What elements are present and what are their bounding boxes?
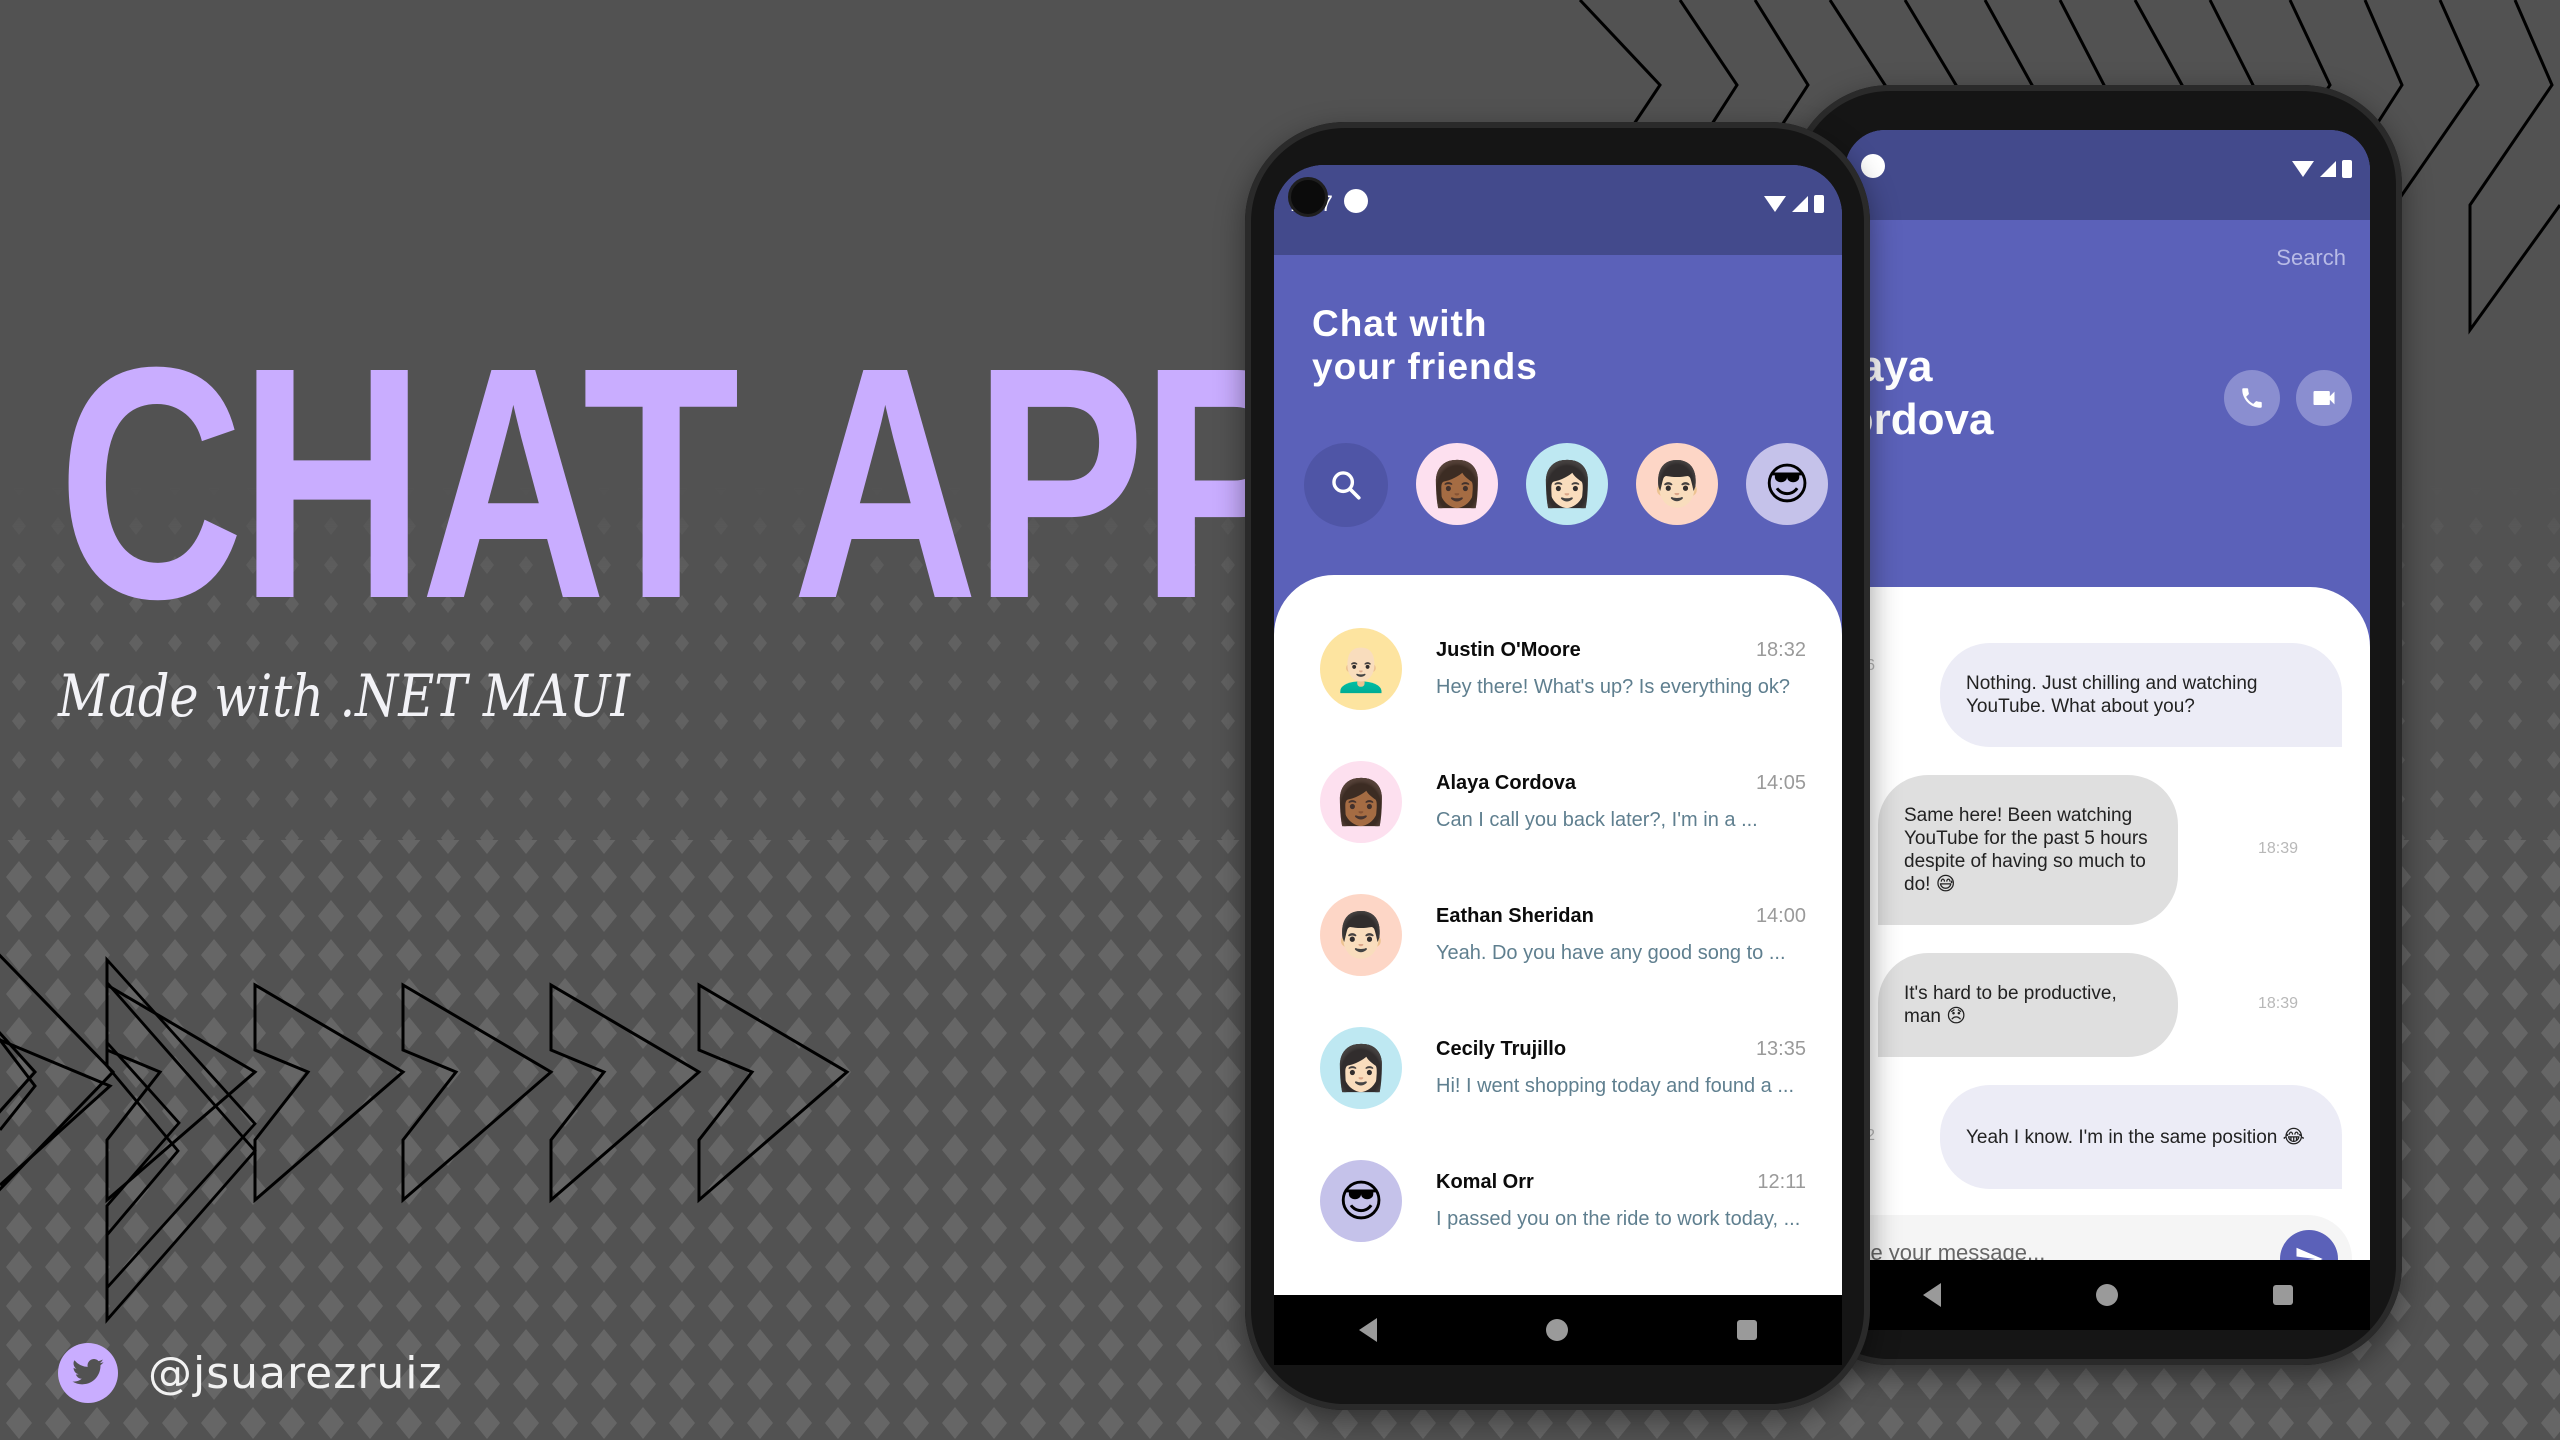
promo-subtitle: Made with .NET MAUI (58, 662, 630, 730)
twitter-handle: @jsuarezruiz (148, 1347, 443, 1399)
contact-name: Eathan Sheridan (1436, 905, 1594, 927)
avatar: 👩🏾 (1320, 761, 1402, 843)
chat-list-item[interactable]: 👨🏻 Eathan Sheridan 14:00 Yeah. Do you ha… (1320, 893, 1806, 977)
battery-icon (2342, 160, 2352, 178)
chat-time: 12:11 (1757, 1171, 1806, 1193)
phone-icon (2242, 388, 2262, 408)
message-preview: I passed you on the ride to work today, … (1436, 1208, 1801, 1230)
stories-row: 👩🏾 👩🏻 👨🏻 😎 (1304, 443, 1828, 527)
phone-chat-list: 1:47 Chat with your friends 👩🏾 👩🏻 👨🏻 😎 (1245, 122, 1870, 1410)
contact-name: Cecily Trujillo (1436, 1038, 1567, 1060)
chat-list-screen: 1:47 Chat with your friends 👩🏾 👩🏻 👨🏻 😎 (1274, 165, 1842, 1365)
message-bubble-outgoing: Yeah I know. I'm in the same position 😂 (1940, 1085, 2342, 1189)
title-line-1: Chat with (1312, 303, 1488, 344)
chat-list-item[interactable]: 👨🏻‍🦲 Justin O'Moore 18:32 Hey there! Wha… (1320, 627, 1806, 711)
status-bar: 1:47 (1274, 165, 1842, 255)
chevron-decoration-left (0, 956, 257, 1292)
notification-icon (1344, 189, 1368, 213)
voice-call-button[interactable] (2224, 370, 2280, 426)
chat-detail-screen: Back Search Alaya Cordova 18:36 Nothing.… (1845, 130, 2370, 1330)
home-icon[interactable] (2095, 1284, 2118, 1306)
back-icon[interactable] (1922, 1283, 1941, 1307)
message-time: 18:39 (2258, 995, 2299, 1012)
chat-list-item[interactable]: 😎 Komal Orr 12:11 I passed you on the ri… (1320, 1159, 1806, 1243)
notification-icon (1861, 154, 1885, 178)
search-link[interactable]: Search (2276, 245, 2346, 271)
avatar: 👩🏻 (1320, 1027, 1402, 1109)
wifi-icon (1764, 196, 1786, 212)
story-avatar-eathan[interactable]: 👨🏻 (1636, 443, 1718, 525)
avatar: 👨🏻‍🦲 (1320, 628, 1402, 710)
battery-icon (1814, 195, 1824, 213)
page-title: Chat with your friends (1312, 302, 1538, 388)
message-bubble-incoming: It's hard to be productive, man 😞 (1878, 953, 2178, 1057)
message-text: It's hard to be productive, man 😞 (1904, 983, 2117, 1027)
recents-icon[interactable] (1737, 1320, 1758, 1340)
chat-list: 👨🏻‍🦲 Justin O'Moore 18:32 Hey there! Wha… (1274, 575, 1842, 1295)
signal-icon (1792, 196, 1808, 212)
message-text: Nothing. Just chilling and watching YouT… (1966, 673, 2258, 717)
messages-list: 18:36 Nothing. Just chilling and watchin… (1845, 587, 2370, 1262)
avatar: 😎 (1320, 1160, 1402, 1242)
front-camera (1288, 177, 1328, 217)
status-bar (1845, 130, 2370, 220)
promo-title: CHAT APP (58, 298, 1312, 667)
chat-time: 13:35 (1755, 1038, 1806, 1060)
story-avatar-komal[interactable]: 😎 (1746, 443, 1828, 525)
chat-list-item[interactable]: 👩🏾 Alaya Cordova 14:05 Can I call you ba… (1320, 760, 1806, 844)
wifi-icon (2292, 161, 2314, 177)
contact-name: Alaya Cordova (1436, 772, 1577, 794)
recents-icon[interactable] (2272, 1285, 2293, 1305)
message-text: Yeah I know. I'm in the same position 😂 (1966, 1126, 2305, 1148)
android-nav-bar (1845, 1260, 2370, 1330)
story-avatar-alaya[interactable]: 👩🏾 (1416, 443, 1498, 525)
avatar: 👨🏻 (1320, 894, 1402, 976)
message-preview: Hi! I went shopping today and found a ..… (1436, 1075, 1795, 1097)
message-time: 18:39 (2258, 840, 2299, 857)
title-line-2: your friends (1312, 346, 1538, 387)
chat-list-item[interactable]: 👩🏻 Cecily Trujillo 13:35 Hi! I went shop… (1320, 1026, 1806, 1110)
contact-name: Komal Orr (1436, 1171, 1534, 1193)
contact-name: Justin O'Moore (1436, 639, 1581, 661)
search-icon (1332, 471, 1361, 500)
signal-icon (2320, 161, 2336, 177)
video-camera-icon (2313, 391, 2335, 405)
message-preview: Hey there! What's up? Is everything ok? (1436, 676, 1790, 698)
back-icon[interactable] (1358, 1318, 1377, 1342)
android-nav-bar (1274, 1295, 1842, 1365)
twitter-bird-icon (58, 1343, 118, 1403)
message-bubble-incoming: Same here! Been watching YouTube for the… (1878, 775, 2178, 925)
twitter-handle-block[interactable]: @jsuarezruiz (58, 1343, 443, 1403)
message-text: Same here! Been watching YouTube for the… (1904, 805, 2148, 895)
chat-time: 14:00 (1755, 905, 1806, 927)
home-icon[interactable] (1545, 1319, 1568, 1341)
message-preview: Yeah. Do you have any good song to ... (1436, 942, 1786, 964)
chat-time: 14:05 (1755, 772, 1806, 794)
phone-chat-detail: Back Search Alaya Cordova 18:36 Nothing.… (1790, 85, 2402, 1365)
message-preview: Can I call you back later?, I'm in a ... (1436, 809, 1758, 831)
chat-time: 18:32 (1755, 639, 1806, 661)
story-avatar-cecily[interactable]: 👩🏻 (1526, 443, 1608, 525)
search-button[interactable] (1304, 443, 1388, 527)
video-call-button[interactable] (2296, 370, 2352, 426)
message-bubble-outgoing: Nothing. Just chilling and watching YouT… (1940, 643, 2342, 747)
